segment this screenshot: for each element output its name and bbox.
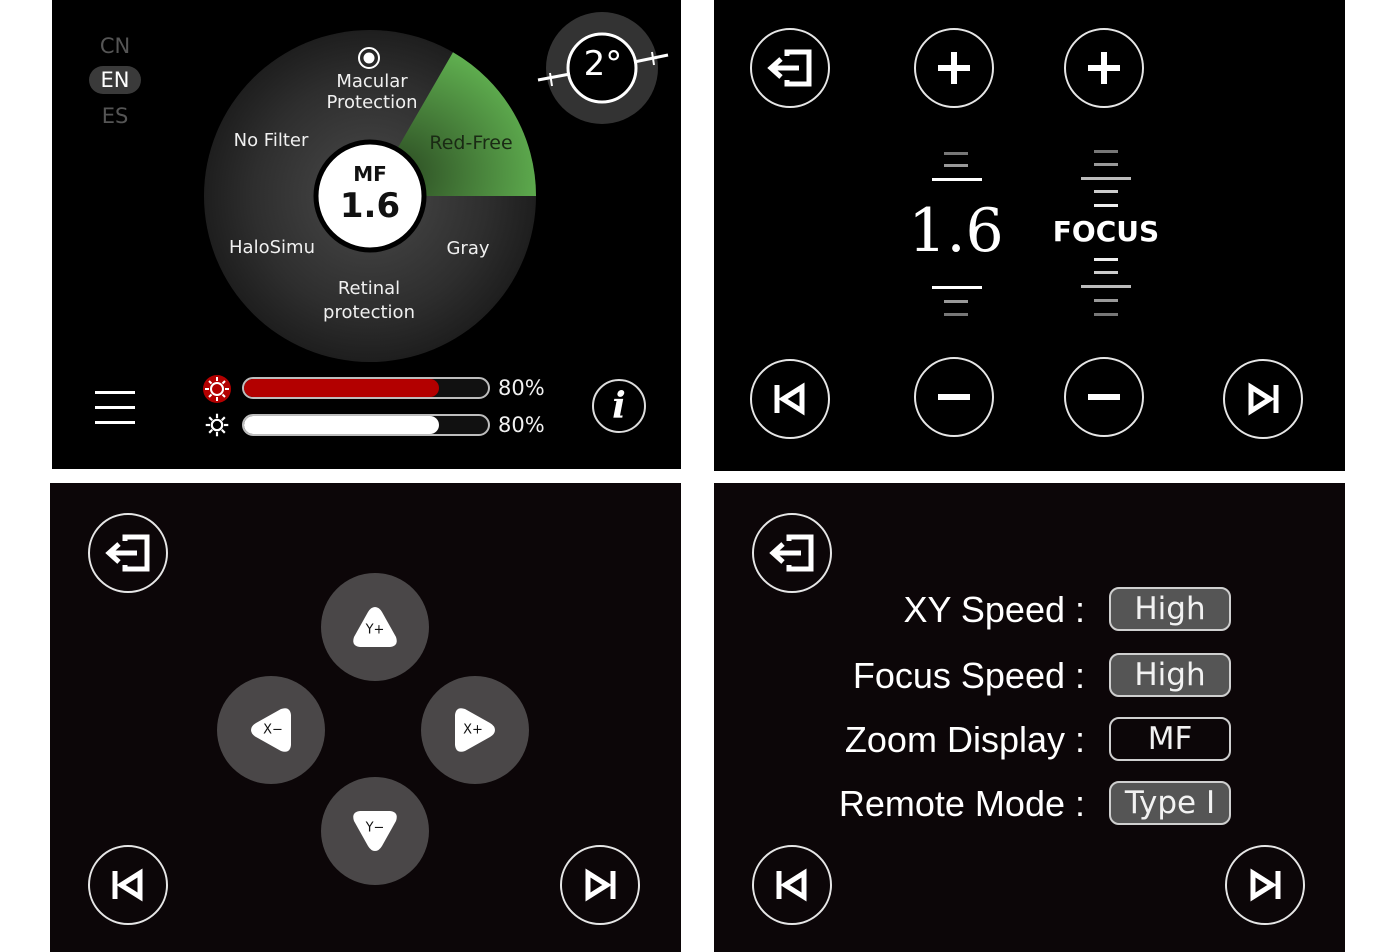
zoom-tick [944,300,968,303]
filter-macular-line1[interactable]: Macular [336,71,407,93]
language-en[interactable]: EN [89,66,141,94]
filter-halo-simu[interactable]: HaloSimu [229,237,315,259]
filter-no-filter[interactable]: No Filter [234,130,309,152]
angle-value: 2° [583,44,623,84]
x-plus-label: X+ [463,722,483,738]
filter-macular-line2[interactable]: Protection [326,92,417,114]
white-light-fill [244,416,440,434]
y-plus-label: Y+ [365,622,385,638]
red-light-bar[interactable] [242,377,490,399]
zoom-tick [932,286,982,289]
zoom-tick [944,164,968,167]
y-minus-button[interactable]: Y− [321,777,429,885]
white-light-percent: 80% [498,413,545,437]
focus-tick [1094,299,1118,302]
xy-control-panel: Y+ X− X+ Y− [50,483,681,952]
exit-button[interactable] [752,513,832,593]
skip-previous-icon [776,868,807,902]
zoom-plus-button[interactable] [914,28,994,108]
y-minus-label: Y− [365,820,385,836]
exit-button[interactable] [750,28,830,108]
minus-icon [938,394,970,400]
focus-label: FOCUS [1052,215,1160,248]
plus-icon [938,52,970,84]
x-minus-label: X− [263,722,283,738]
white-light-bar[interactable] [242,414,490,436]
zoom-tick [944,152,968,155]
x-plus-button[interactable]: X+ [421,676,529,784]
filter-panel: CN EN ES Macular Protection Red-Free No … [52,0,681,469]
zoom-display-label: Zoom Display : [844,719,1085,760]
remote-mode-label: Remote Mode : [838,783,1085,824]
filter-red-free[interactable]: Red-Free [429,132,512,154]
xy-speed-value[interactable]: High [1109,587,1231,631]
red-light-icon [203,375,231,403]
focus-speed-label: Focus Speed : [852,655,1085,696]
filter-retinal-line1[interactable]: Retinal [338,278,400,300]
remote-mode-value[interactable]: Type I [1109,781,1231,825]
focus-tick [1094,163,1118,166]
zoom-minus-button[interactable] [914,357,994,437]
focus-speed-value[interactable]: High [1109,653,1231,697]
center-mode: MF [353,162,387,186]
xy-speed-label: XY Speed : [903,589,1085,630]
next-button[interactable] [1225,845,1305,925]
zoom-focus-panel: 1.6 FOCUS [714,0,1345,471]
focus-minus-button[interactable] [1064,357,1144,437]
center-zoom-value: 1.6 [339,186,401,226]
previous-button[interactable] [88,845,168,925]
previous-button[interactable] [752,845,832,925]
focus-tick [1094,271,1118,274]
red-light-fill [244,379,440,397]
focus-tick [1094,190,1118,193]
zoom-tick [944,313,968,316]
next-button[interactable] [560,845,640,925]
next-button[interactable] [1223,359,1303,439]
minus-icon [1088,394,1120,400]
focus-plus-button[interactable] [1064,28,1144,108]
settings-panel: XY Speed : High Focus Speed : High Zoom … [714,483,1345,952]
previous-button[interactable] [750,359,830,439]
skip-next-icon [585,868,616,902]
focus-tick [1081,285,1131,288]
skip-next-icon [1248,382,1279,416]
focus-tick [1094,150,1118,153]
white-light-icon [205,413,229,437]
filter-retinal-line2[interactable]: protection [323,302,415,324]
zoom-value: 1.6 [908,196,1004,266]
menu-icon[interactable] [95,391,135,425]
skip-previous-icon [112,868,143,902]
x-minus-button[interactable]: X− [217,676,325,784]
focus-tick [1094,258,1118,261]
y-plus-button[interactable]: Y+ [321,573,429,681]
red-light-percent: 80% [498,376,545,400]
exit-button[interactable] [88,513,168,593]
exit-icon [769,534,814,572]
target-icon [358,47,380,69]
zoom-tick [932,178,982,181]
plus-icon [1088,52,1120,84]
filter-gray[interactable]: Gray [446,238,489,260]
info-button[interactable]: i [592,379,646,433]
skip-next-icon [1250,868,1281,902]
language-cn[interactable]: CN [89,32,141,60]
exit-icon [105,534,150,572]
exit-icon [767,49,812,87]
focus-tick [1094,313,1118,316]
focus-tick [1094,204,1118,207]
language-es[interactable]: ES [89,102,141,130]
focus-tick [1081,177,1131,180]
zoom-display-value[interactable]: MF [1109,717,1231,761]
skip-previous-icon [774,382,805,416]
